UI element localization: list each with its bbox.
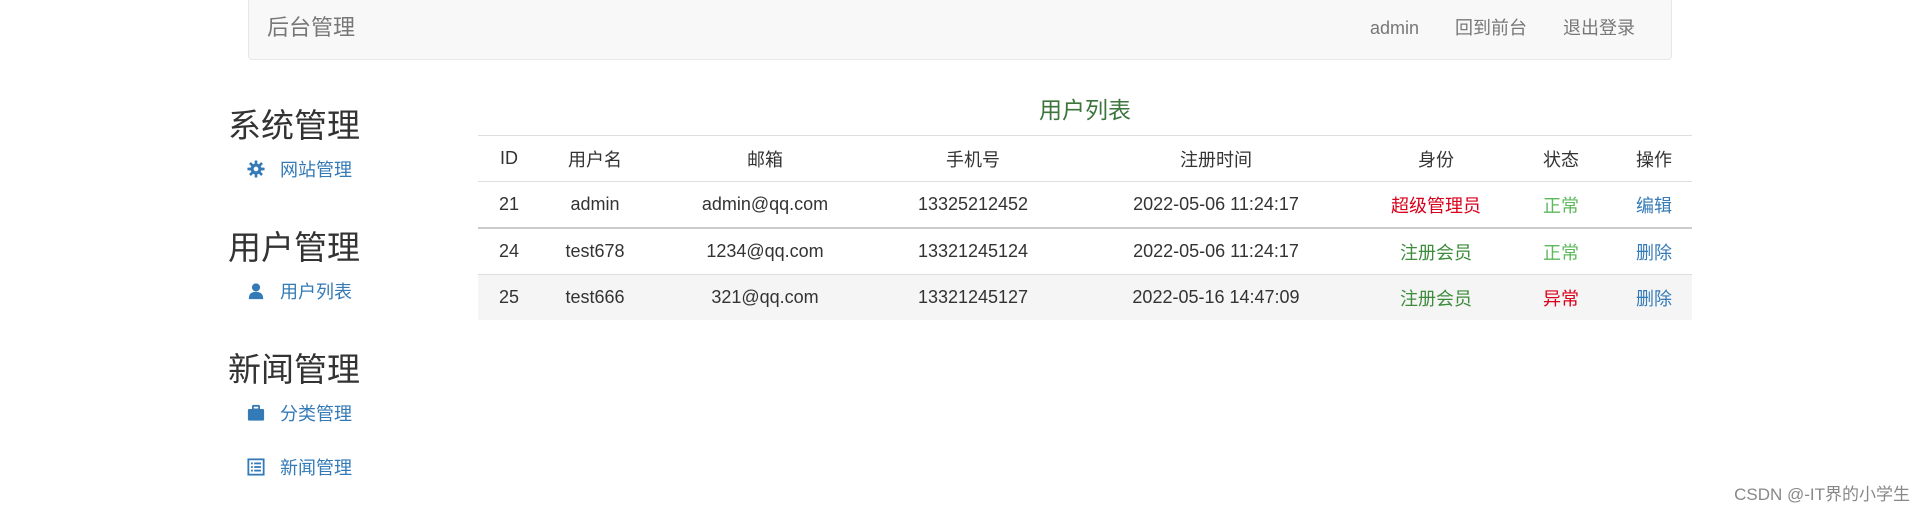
cell-email: 321@qq.com: [650, 274, 880, 320]
sidebar-heading-news: 新闻管理: [228, 351, 360, 388]
navbar-links: admin 回到前台 退出登录: [1370, 16, 1635, 40]
cell-role: 超级管理员: [1366, 181, 1506, 229]
user-table: ID 用户名 邮箱 手机号 注册时间 身份 状态 操作 21 admin adm…: [478, 136, 1692, 320]
user-icon: [246, 281, 266, 301]
cell-registered: 2022-05-06 11:24:17: [1066, 181, 1366, 229]
column-header-username: 用户名: [540, 136, 650, 182]
cell-status: 正常: [1506, 181, 1616, 229]
cell-registered: 2022-05-16 14:47:09: [1066, 274, 1366, 320]
table-header-row: ID 用户名 邮箱 手机号 注册时间 身份 状态 操作: [478, 136, 1692, 182]
cell-phone: 13321245127: [880, 274, 1066, 320]
column-header-phone: 手机号: [880, 136, 1066, 182]
sidebar-item-site-settings[interactable]: 网站管理: [246, 152, 468, 186]
cell-username: test678: [540, 227, 650, 275]
table-title: 用户列表: [478, 92, 1692, 136]
watermark: CSDN @-IT界的小学生: [1734, 485, 1910, 504]
gear-icon: [246, 159, 266, 179]
cell-username: admin: [540, 181, 650, 229]
column-header-email: 邮箱: [650, 136, 880, 182]
cell-phone: 13321245124: [880, 227, 1066, 275]
main-content: 用户列表 ID 用户名 邮箱 手机号 注册时间 身份 状态 操作 21 admi…: [478, 92, 1692, 320]
cell-registered: 2022-05-06 11:24:17: [1066, 227, 1366, 275]
nav-link-front[interactable]: 回到前台: [1455, 16, 1527, 40]
top-navbar: 后台管理 admin 回到前台 退出登录: [248, 0, 1672, 60]
column-header-registered: 注册时间: [1066, 136, 1366, 182]
nav-link-logout[interactable]: 退出登录: [1563, 16, 1635, 40]
sidebar-item-label: 网站管理: [280, 160, 352, 180]
sidebar-item-category-management[interactable]: 分类管理: [246, 396, 468, 430]
sidebar-heading-system: 系统管理: [228, 107, 360, 144]
sidebar-item-label: 分类管理: [280, 404, 352, 424]
column-header-role: 身份: [1366, 136, 1506, 182]
cell-username: test666: [540, 274, 650, 320]
sidebar-group-news: 新闻管理 分类管理 新闻管理: [228, 348, 468, 484]
column-header-actions: 操作: [1616, 136, 1692, 182]
sidebar-item-label: 新闻管理: [280, 458, 352, 478]
list-alt-icon: [246, 457, 266, 477]
cell-phone: 13325212452: [880, 181, 1066, 229]
table-row: 25 test666 321@qq.com 13321245127 2022-0…: [478, 274, 1692, 320]
column-header-id: ID: [478, 136, 540, 182]
cell-id: 24: [478, 227, 540, 275]
table-row: 24 test678 1234@qq.com 13321245124 2022-…: [478, 227, 1692, 275]
cell-role: 注册会员: [1366, 274, 1506, 320]
delete-link[interactable]: 删除: [1616, 274, 1692, 320]
column-header-status: 状态: [1506, 136, 1616, 182]
cell-status: 正常: [1506, 227, 1616, 275]
sidebar-group-users: 用户管理 用户列表: [228, 226, 468, 308]
delete-link[interactable]: 删除: [1616, 227, 1692, 275]
sidebar-item-label: 用户列表: [280, 282, 352, 302]
cell-id: 21: [478, 181, 540, 229]
sidebar-heading-users: 用户管理: [228, 229, 360, 266]
briefcase-icon: [246, 403, 266, 423]
sidebar-item-user-list[interactable]: 用户列表: [246, 274, 468, 308]
cell-id: 25: [478, 274, 540, 320]
sidebar-group-system: 系统管理 网站管理: [228, 104, 468, 186]
cell-status: 异常: [1506, 274, 1616, 320]
table-row: 21 admin admin@qq.com 13325212452 2022-0…: [478, 181, 1692, 229]
nav-link-admin[interactable]: admin: [1370, 16, 1419, 40]
edit-link[interactable]: 编辑: [1616, 181, 1692, 229]
sidebar-item-news-management[interactable]: 新闻管理: [246, 450, 468, 484]
cell-email: admin@qq.com: [650, 181, 880, 229]
cell-role: 注册会员: [1366, 227, 1506, 275]
cell-email: 1234@qq.com: [650, 227, 880, 275]
navbar-brand[interactable]: 后台管理: [267, 13, 355, 43]
sidebar: 系统管理 网站管理 用户管理 用户列表 新闻管理 分类管理 新闻管理: [228, 104, 468, 484]
